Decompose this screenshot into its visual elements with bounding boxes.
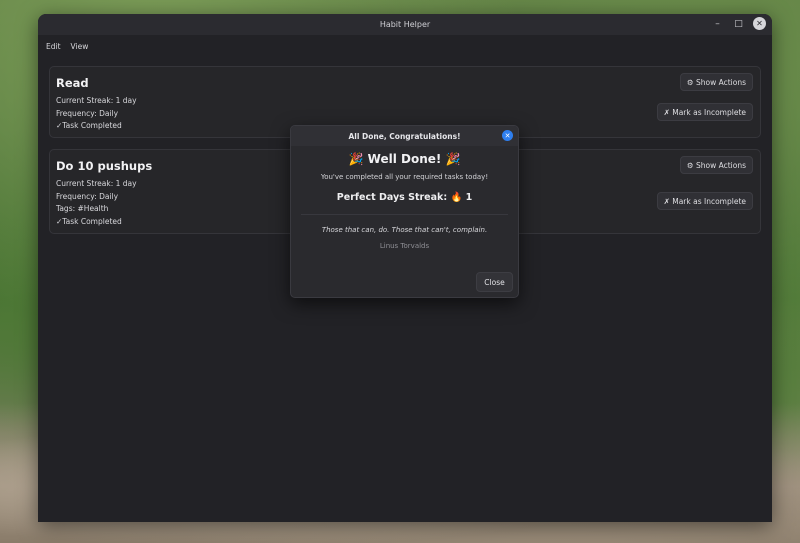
quote-author: Linus Torvalds — [379, 242, 430, 250]
menu-edit[interactable]: Edit — [46, 42, 61, 51]
close-button[interactable]: Close — [476, 272, 513, 292]
congratulations-dialog: All Done, Congratulations! ✕ 🎉 Well Done… — [290, 125, 519, 298]
quote-text: Those that can, do. Those that can't, co… — [321, 226, 488, 234]
habit-status: ✓Task Completed — [56, 216, 122, 226]
habit-streak: Current Streak: 1 day — [56, 179, 137, 188]
habit-name: Read — [56, 76, 89, 90]
menu-bar: Edit View — [38, 35, 772, 57]
mark-incomplete-button[interactable]: ✗ Mark as Incomplete — [656, 192, 753, 210]
habit-details: Current Streak: 1 day Frequency: Daily ✓… — [56, 95, 137, 133]
perfect-days-streak: Perfect Days Streak: 🔥 1 — [336, 192, 473, 203]
dialog-titlebar[interactable]: All Done, Congratulations! ✕ — [291, 126, 518, 146]
close-icon[interactable]: ✕ — [753, 17, 766, 30]
maximize-icon[interactable]: □ — [732, 17, 745, 30]
habit-name: Do 10 pushups — [56, 159, 153, 173]
habit-frequency: Frequency: Daily — [56, 191, 119, 201]
dialog-divider — [301, 214, 508, 215]
habit-status: ✓Task Completed — [56, 121, 122, 130]
minimize-icon[interactable]: – — [711, 17, 724, 30]
window-controls: – □ ✕ — [711, 17, 766, 30]
window-title: Habit Helper — [379, 20, 431, 29]
habit-details: Current Streak: 1 day Frequency: Daily T… — [56, 178, 137, 228]
menu-view[interactable]: View — [71, 42, 89, 51]
close-icon[interactable]: ✕ — [502, 130, 513, 141]
mark-incomplete-button[interactable]: ✗ Mark as Incomplete — [656, 103, 753, 121]
habit-frequency: Frequency: Daily — [56, 108, 119, 118]
habit-tags: Tags: #Health — [56, 204, 109, 213]
dialog-title: All Done, Congratulations! — [348, 131, 461, 141]
window-titlebar[interactable]: Habit Helper – □ ✕ — [38, 14, 772, 35]
dialog-heading: 🎉 Well Done! 🎉 — [348, 152, 461, 166]
show-actions-button[interactable]: ⚙ Show Actions — [679, 156, 753, 174]
habit-streak: Current Streak: 1 day — [56, 96, 137, 105]
dialog-message: You've completed all your required tasks… — [320, 173, 489, 181]
show-actions-button[interactable]: ⚙ Show Actions — [679, 73, 753, 91]
